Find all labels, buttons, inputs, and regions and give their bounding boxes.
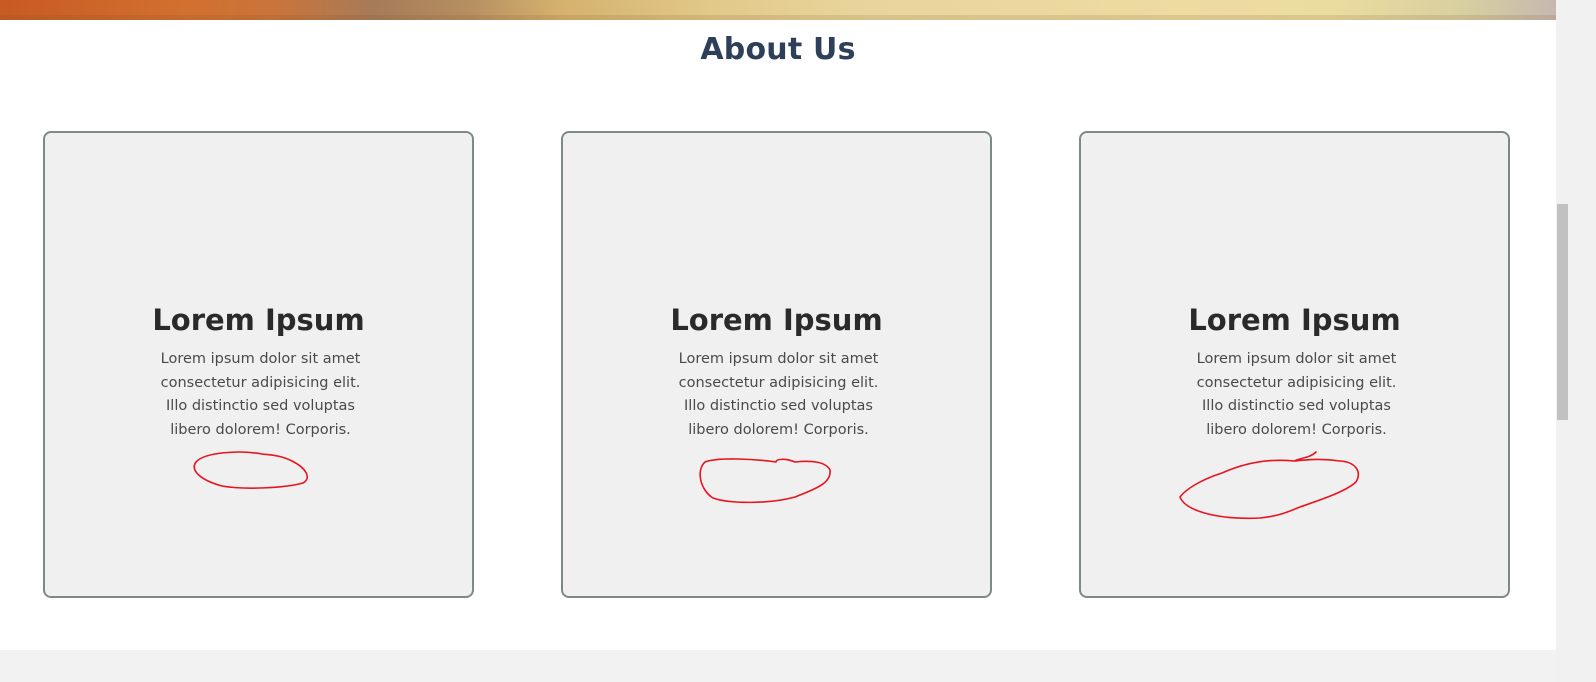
hero-image-bottom-edge: [0, 0, 1556, 20]
about-card-3: Lorem Ipsum Lorem ipsum dolor sit amet c…: [1079, 131, 1510, 598]
card-title: Lorem Ipsum: [152, 303, 365, 337]
card-description: Lorem ipsum dolor sit amet consectetur a…: [678, 351, 879, 438]
scrollbar-thumb[interactable]: [1557, 204, 1568, 420]
card-description: Lorem ipsum dolor sit amet consectetur a…: [1196, 351, 1397, 438]
card-title: Lorem Ipsum: [1188, 303, 1401, 337]
about-card-2: Lorem Ipsum Lorem ipsum dolor sit amet c…: [561, 131, 992, 598]
about-card-1: Lorem Ipsum Lorem ipsum dolor sit amet c…: [43, 131, 474, 598]
card-title: Lorem Ipsum: [670, 303, 883, 337]
page: About Us Lorem Ipsum Lorem ipsum dolor s…: [0, 0, 1596, 682]
about-us-heading: About Us: [700, 32, 856, 67]
next-section-background: [0, 650, 1556, 682]
card-description: Lorem ipsum dolor sit amet consectetur a…: [160, 351, 361, 438]
